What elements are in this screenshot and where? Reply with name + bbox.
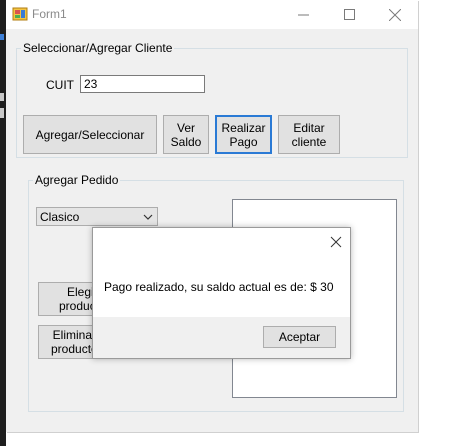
agregar-seleccionar-button[interactable]: Agregar/Seleccionar	[23, 115, 157, 154]
app-icon	[12, 7, 28, 21]
ver-saldo-button[interactable]: Ver Saldo	[163, 115, 209, 154]
form-window: Form1 Seleccionar/Agregar Cliente CUIT A…	[6, 0, 418, 432]
cuit-input[interactable]	[80, 75, 205, 93]
pedido-group-legend: Agregar Pedido	[35, 173, 119, 187]
producto-combobox[interactable]: Clasico	[36, 207, 158, 226]
minimize-button[interactable]	[280, 0, 326, 29]
realizar-pago-button[interactable]: Realizar Pago	[215, 115, 272, 154]
maximize-icon	[343, 9, 355, 20]
combobox-value: Clasico	[40, 209, 80, 224]
close-button[interactable]	[372, 0, 418, 29]
minimize-icon	[297, 14, 309, 16]
title-bar[interactable]: Form1	[6, 0, 418, 29]
maximize-button[interactable]	[326, 0, 372, 29]
chevron-down-icon	[143, 214, 153, 220]
close-icon[interactable]	[329, 235, 343, 249]
close-icon	[389, 8, 401, 21]
cliente-group-legend: Seleccionar/Agregar Cliente	[23, 41, 173, 55]
aceptar-button[interactable]: Aceptar	[263, 326, 336, 348]
elegir-producto-button[interactable]: Elegir producto	[38, 282, 106, 316]
editar-cliente-button[interactable]: Editar cliente	[278, 115, 340, 154]
eliminar-producto-button[interactable]: Eliminar producto	[38, 325, 98, 359]
window-title: Form1	[32, 7, 67, 21]
message-text: Pago realizado, su saldo actual es de: $…	[104, 280, 334, 294]
message-box-dialog: Pago realizado, su saldo actual es de: $…	[92, 227, 351, 359]
cuit-label: CUIT	[46, 78, 74, 92]
